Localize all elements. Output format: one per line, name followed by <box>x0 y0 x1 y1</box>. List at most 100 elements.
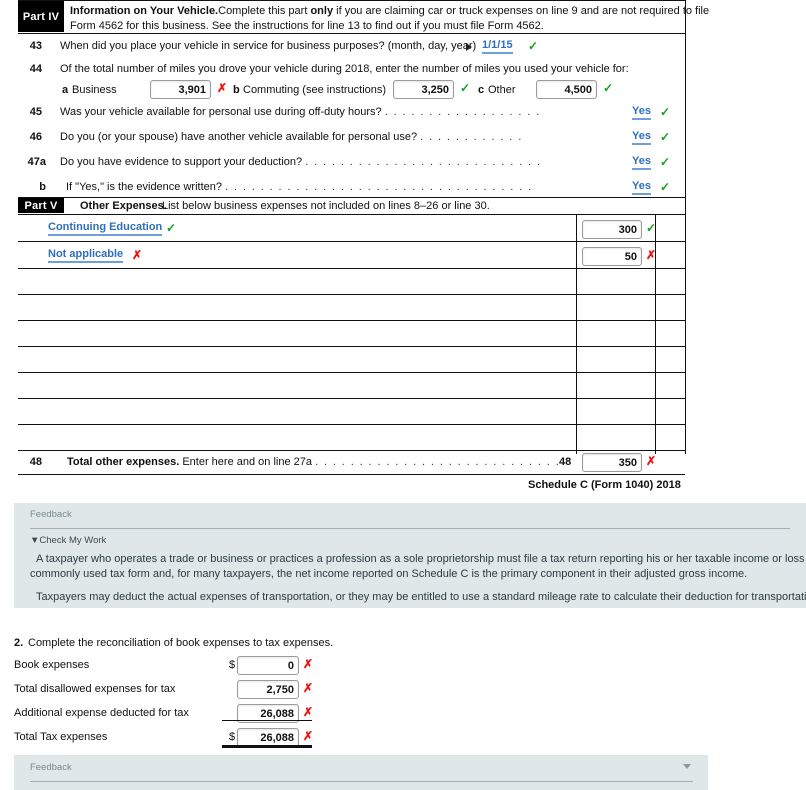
recon-row-2-input[interactable] <box>237 680 299 699</box>
recon-subtotal-rule <box>222 720 312 721</box>
recon-prompt: Complete the reconciliation of book expe… <box>28 637 334 649</box>
arrow-right-icon <box>466 43 472 51</box>
recon-row-1-dollar-sign: $ <box>229 659 236 671</box>
line-47b-number: b <box>39 181 46 193</box>
line-48-total-input[interactable] <box>582 453 642 472</box>
line-43-number: 43 <box>29 40 42 52</box>
line-44b-letter: b <box>233 84 240 96</box>
expense-row-2-description[interactable]: Not applicable <box>48 248 124 263</box>
expense-row-2-amount-input[interactable] <box>582 247 642 266</box>
line-45-answer-link[interactable]: Yes <box>632 105 651 120</box>
line-47a-text: Do you have evidence to support your ded… <box>60 156 542 168</box>
feedback-top-title: Feedback <box>30 509 72 520</box>
line-45-text: Was your vehicle available for personal … <box>60 106 541 118</box>
feedback-bottom-divider <box>30 781 693 782</box>
part4-header-rule <box>18 33 685 34</box>
line-47a-answer-link[interactable]: Yes <box>632 155 651 170</box>
check-my-work-toggle[interactable]: ▼Check My Work <box>30 535 106 546</box>
recon-row-2-label: Total disallowed expenses for tax <box>14 683 176 695</box>
recon-row-4-label: Total Tax expenses <box>14 731 108 743</box>
recon-row-4-dollar-sign: $ <box>229 731 236 743</box>
part4-desc-line2: Form 4562 for this business. See the ins… <box>70 20 544 32</box>
expense-row-6-description[interactable] <box>40 348 570 370</box>
expense-row-4-description[interactable] <box>40 296 570 318</box>
recon-row-3-x-icon: ✗ <box>303 705 314 719</box>
line-44b-check-icon: ✓ <box>460 81 471 95</box>
table-vrule-left <box>576 214 577 454</box>
schedule-c-form: Part IV Information on Your Vehicle.Comp… <box>0 0 806 500</box>
line-45-number: 45 <box>29 106 42 118</box>
part4-desc-1a: Complete this part <box>218 5 311 17</box>
line-44a-business-miles-input[interactable] <box>150 80 211 99</box>
part4-desc-only: only <box>310 5 334 17</box>
expense-row-4-rule <box>18 320 685 321</box>
line-44-number: 44 <box>29 63 42 75</box>
line-47a-check-icon: ✓ <box>660 155 671 169</box>
line-47a-number: 47a <box>27 156 46 168</box>
line-48-column-number: 48 <box>559 456 572 468</box>
expense-row-1-amount-check-icon: ✓ <box>646 221 657 235</box>
line-48-text: Total other expenses. Enter here and on … <box>67 456 561 468</box>
line-44c-other-miles-input[interactable] <box>536 80 597 99</box>
expense-row-2-amount-x-icon: ✗ <box>646 248 657 262</box>
line-44c-label: Other <box>488 84 516 96</box>
expense-row-6-rule <box>18 372 685 373</box>
expense-row-3-rule <box>18 294 685 295</box>
expense-row-1-amount-input[interactable] <box>582 220 642 239</box>
line-44a-letter: a <box>62 84 69 96</box>
recon-row-2-x-icon: ✗ <box>303 681 314 695</box>
line-44b-label: Commuting (see instructions) <box>243 84 387 96</box>
expense-row-9-rule <box>18 450 685 451</box>
part5-desc: List below business expenses not include… <box>162 200 490 212</box>
line-45-check-icon: ✓ <box>660 105 671 119</box>
line-46-check-icon: ✓ <box>660 130 671 144</box>
line-47b-answer-link[interactable]: Yes <box>632 180 651 195</box>
expense-row-2-x-icon: ✗ <box>132 248 143 262</box>
line-46-number: 46 <box>29 131 42 143</box>
recon-row-1-input[interactable] <box>237 656 299 675</box>
line-48-number: 48 <box>29 456 42 468</box>
line-43-check-icon: ✓ <box>528 39 539 53</box>
line-47b-text: If "Yes," is the evidence written? . . .… <box>66 181 533 193</box>
part4-title-line1: Information on Your Vehicle.Complete thi… <box>70 5 709 17</box>
line-44b-commuting-miles-input[interactable] <box>393 80 454 99</box>
line-44a-label: Business <box>72 84 117 96</box>
line-44a-x-icon: ✗ <box>217 81 228 95</box>
part4-desc-1c: if you are claiming car or truck expense… <box>333 5 710 17</box>
part5-tag: Part V <box>18 198 64 213</box>
feedback-top-paragraph1-line2: commonly used tax form and, for many tax… <box>30 568 748 580</box>
feedback-panel-bottom <box>14 755 708 790</box>
line-46-answer-link[interactable]: Yes <box>632 130 651 145</box>
part4-top-rule <box>18 0 685 1</box>
recon-row-3-label: Additional expense deducted for tax <box>14 707 189 719</box>
expense-row-8-rule <box>18 424 685 425</box>
expense-row-3-description[interactable] <box>40 270 570 292</box>
expense-row-1-rule <box>18 241 685 242</box>
check-my-work-label: Check My Work <box>39 535 107 546</box>
feedback-bottom-title: Feedback <box>30 762 72 773</box>
expense-row-2-rule <box>18 268 685 269</box>
line-44-text: Of the total number of miles you drove y… <box>60 63 629 75</box>
expense-row-7-description[interactable] <box>40 374 570 396</box>
recon-row-1-label: Book expenses <box>14 659 90 671</box>
part4-tag: Part IV <box>18 1 64 32</box>
expense-row-9-description[interactable] <box>40 426 570 448</box>
part5-header-rule <box>18 214 685 215</box>
part5-title: Other Expenses. <box>80 200 167 212</box>
recon-prompt-number: 2. <box>14 637 24 649</box>
feedback-top-paragraph2: Taxpayers may deduct the actual expenses… <box>36 591 806 603</box>
line-43-text: When did you place your vehicle in servi… <box>60 40 477 52</box>
line-48-x-icon: ✗ <box>646 454 657 468</box>
part5-top-rule <box>18 197 685 198</box>
expense-row-5-description[interactable] <box>40 322 570 344</box>
line-48-bottom-rule <box>18 474 685 475</box>
line-43-date-value[interactable]: 1/1/15 <box>482 39 513 54</box>
table-vrule-edge <box>685 0 686 454</box>
expense-row-8-description[interactable] <box>40 400 570 422</box>
line-44c-check-icon: ✓ <box>603 81 614 95</box>
recon-row-4-x-icon: ✗ <box>303 729 314 743</box>
feedback-top-divider <box>30 528 790 529</box>
expense-row-1-description[interactable]: Continuing Education <box>48 221 163 236</box>
feedback-bottom-caret-down-icon[interactable] <box>683 764 691 769</box>
caret-down-icon: ▼ <box>30 535 40 546</box>
